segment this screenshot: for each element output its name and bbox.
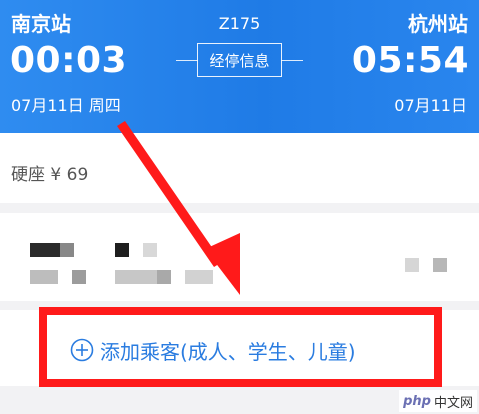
add-passenger-label: 添加乘客(成人、学生、儿童) [100, 339, 356, 364]
arrival-time: 05:54 [351, 40, 469, 81]
stops-info-button[interactable]: 经停信息 [197, 43, 282, 77]
route-line-right [281, 60, 303, 61]
blurred-block [405, 258, 419, 272]
departure-time: 00:03 [10, 40, 128, 81]
plus-circle-icon [70, 338, 94, 362]
blurred-block [30, 243, 60, 257]
arrival-station: 杭州站 [408, 12, 468, 36]
add-passenger-row: 添加乘客(成人、学生、儿童) [0, 310, 479, 386]
watermark-logo: php [403, 393, 431, 409]
passenger-info-blurred [0, 213, 479, 301]
blurred-block [30, 270, 58, 284]
blurred-block [115, 243, 129, 257]
departure-date: 07月11日 周四 [11, 96, 121, 115]
site-watermark: php 中文网 [399, 390, 477, 412]
blurred-block [72, 270, 86, 284]
add-passenger-button[interactable]: 添加乘客(成人、学生、儿童) [70, 334, 356, 366]
blurred-block [185, 270, 213, 284]
seat-type-price: 硬座 ¥ 69 [11, 165, 89, 185]
route-line-left [176, 60, 198, 61]
watermark-text: 中文网 [433, 395, 473, 411]
blurred-block [60, 243, 74, 257]
blurred-block [143, 243, 157, 257]
blurred-block [115, 270, 157, 284]
arrival-date: 07月11日 [394, 96, 467, 115]
blurred-block [157, 270, 171, 284]
blurred-block [433, 258, 447, 272]
seat-type-row[interactable]: 硬座 ¥ 69 [0, 133, 479, 203]
train-header: 南京站 Z175 杭州站 00:03 经停信息 05:54 07月11日 周四 … [0, 0, 479, 133]
